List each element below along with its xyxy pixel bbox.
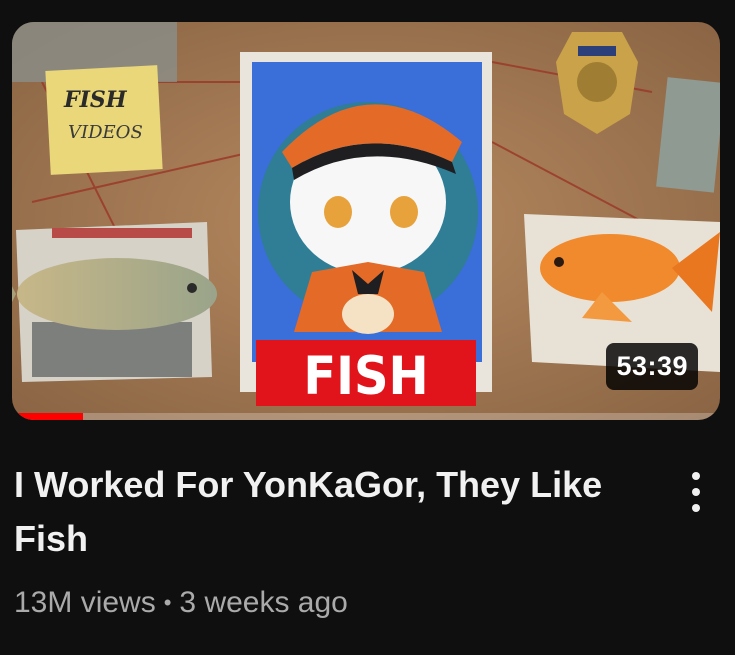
sticky-note-line1: FISH	[63, 87, 128, 113]
video-metadata: 13M views • 3 weeks ago	[14, 586, 348, 620]
view-count: 13M views	[14, 586, 156, 619]
watch-progress-bar	[12, 413, 720, 420]
menu-dot	[692, 504, 700, 512]
video-thumbnail[interactable]: FISH VIDEOS FISH 53:39	[12, 22, 720, 420]
sticky-note-line2: VIDEOS	[68, 122, 143, 143]
menu-dot	[692, 472, 700, 480]
fish-banner: FISH	[256, 340, 476, 406]
fish-banner-text: FISH	[303, 345, 428, 407]
watch-progress-fill	[12, 413, 83, 420]
sticky-note: FISH VIDEOS	[45, 65, 163, 175]
video-card[interactable]: FISH VIDEOS FISH 53:39 I Worked For YonK…	[0, 0, 735, 655]
menu-dot	[692, 488, 700, 496]
duration-badge: 53:39	[606, 343, 698, 390]
more-vert-icon[interactable]	[672, 462, 720, 522]
meta-separator: •	[163, 590, 172, 615]
carp-clipping	[12, 222, 217, 382]
upload-age: 3 weeks ago	[179, 586, 348, 619]
video-title[interactable]: I Worked For YonKaGor, They Like Fish	[14, 458, 644, 566]
